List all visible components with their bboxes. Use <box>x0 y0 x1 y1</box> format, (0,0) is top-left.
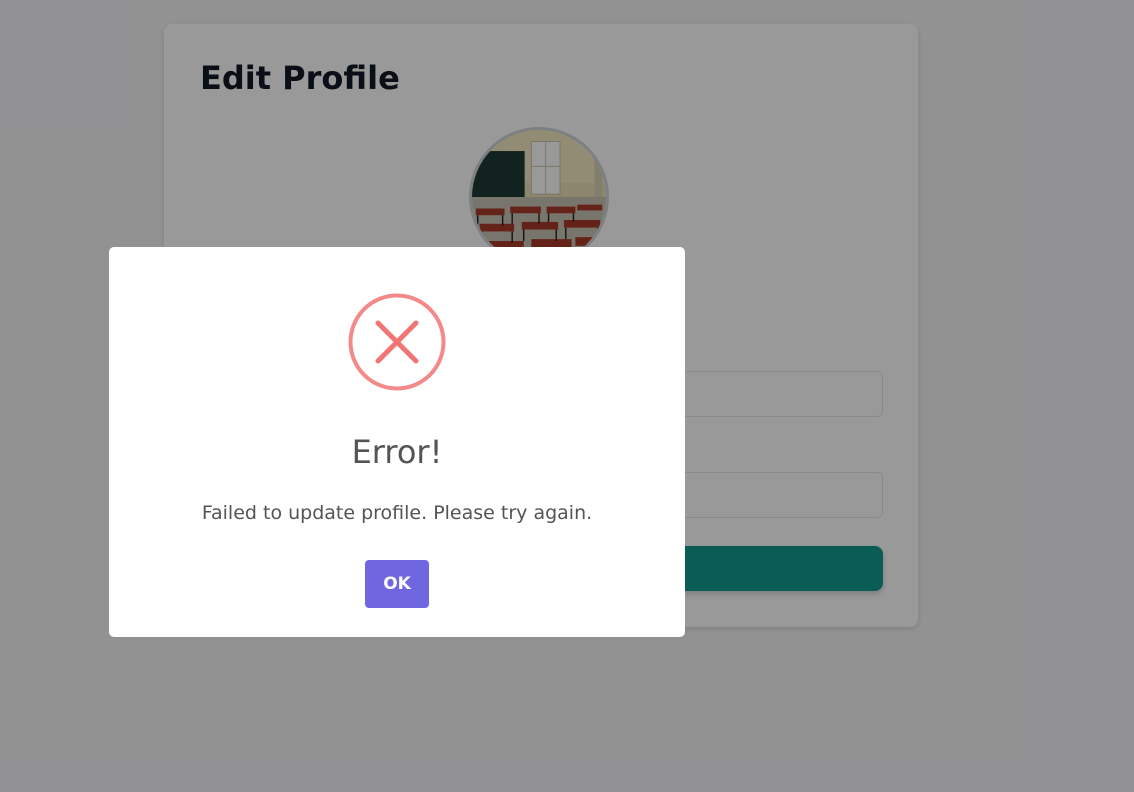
error-x-circle-icon <box>347 292 447 392</box>
error-dialog: Error! Failed to update profile. Please … <box>109 247 685 637</box>
ok-button[interactable]: OK <box>365 560 429 608</box>
dialog-title: Error! <box>351 433 443 471</box>
dialog-message: Failed to update profile. Please try aga… <box>201 502 593 524</box>
